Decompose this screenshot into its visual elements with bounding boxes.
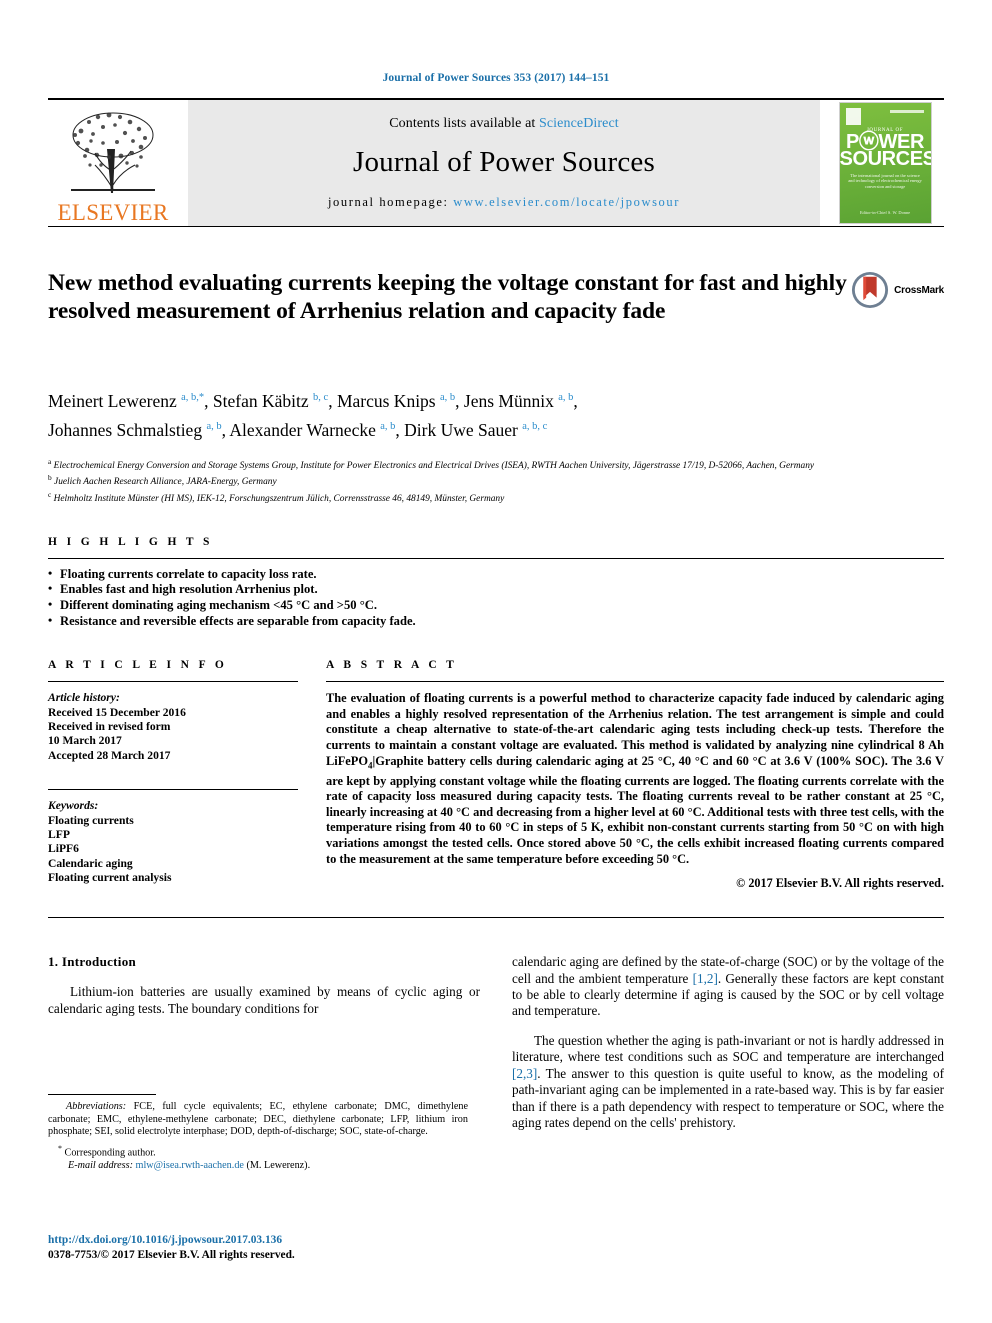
affiliation-c-text: Helmholtz Institute Münster (HI MS), IEK… bbox=[53, 494, 505, 505]
article-history-line: Received in revised form bbox=[48, 720, 171, 733]
doi-link[interactable]: http://dx.doi.org/10.1016/j.jpowsour.201… bbox=[48, 1233, 468, 1248]
keyword-item: Floating currents bbox=[48, 813, 134, 827]
highlights-section: H I G H L I G H T S Floating currents co… bbox=[48, 536, 944, 629]
cover-title: PⓦWER SOURCES bbox=[839, 132, 932, 170]
page-title: New method evaluating currents keeping t… bbox=[48, 270, 847, 324]
keyword-item: Floating current analysis bbox=[48, 871, 172, 885]
affiliation-c: c Helmholtz Institute Münster (HI MS), I… bbox=[48, 489, 944, 506]
article-page: Journal of Power Sources 353 (2017) 144–… bbox=[0, 0, 992, 1323]
issn-copyright-line: 0378-7753/© 2017 Elsevier B.V. All right… bbox=[48, 1249, 295, 1261]
cover-art: JOURNAL OF PⓦWER SOURCES The internation… bbox=[838, 102, 932, 224]
journal-title: Journal of Power Sources bbox=[353, 146, 655, 178]
corresponding-author-note: * Corresponding author. bbox=[48, 1142, 468, 1159]
elsevier-tree-icon bbox=[71, 112, 155, 193]
abstract-column: A B S T R A C T The evaluation of floati… bbox=[326, 659, 944, 891]
email-note: E-mail address: mlw@isea.rwth-aachen.de … bbox=[48, 1159, 468, 1172]
journal-masthead: ELSEVIER Contents lists available at Sci… bbox=[48, 98, 944, 226]
affiliation-c-label: c bbox=[48, 490, 52, 500]
affiliation-a-label: a bbox=[48, 456, 52, 466]
affiliation-b: b Juelich Aachen Research Alliance, JARA… bbox=[48, 472, 944, 489]
list-item: Enables fast and high resolution Arrheni… bbox=[48, 581, 944, 598]
cover-title-line2: SOURCES bbox=[839, 148, 932, 170]
footnotes-block: Abbreviations: FCE, full cycle equivalen… bbox=[48, 1094, 468, 1172]
article-history-label: Article history: bbox=[48, 691, 120, 705]
highlights-heading: H I G H L I G H T S bbox=[48, 535, 213, 548]
article-history-line: 10 March 2017 bbox=[48, 734, 122, 748]
crossmark-icon bbox=[852, 271, 889, 309]
keywords-rule bbox=[48, 789, 298, 791]
affiliation-a-text: Electrochemical Energy Conversion and St… bbox=[53, 460, 815, 471]
keyword-item: Calendaric aging bbox=[48, 856, 133, 870]
running-head: Journal of Power Sources 353 (2017) 144–… bbox=[382, 72, 610, 84]
author-list: Meinert Lewerenz a, b,*, Stefan Käbitz b… bbox=[48, 390, 578, 440]
abstract-heading: A B S T R A C T bbox=[326, 659, 458, 672]
abstract-bottom-rule bbox=[48, 917, 944, 919]
masthead-bottom-rule bbox=[48, 226, 944, 227]
affiliation-a: a Electrochemical Energy Conversion and … bbox=[48, 456, 944, 473]
list-item: Floating currents correlate to capacity … bbox=[48, 566, 944, 583]
contents-available-line: Contents lists available at ScienceDirec… bbox=[389, 116, 619, 132]
elsevier-wordmark: ELSEVIER bbox=[57, 200, 169, 225]
list-item: Resistance and reversible effects are se… bbox=[48, 613, 944, 630]
keyword-item: LFP bbox=[48, 828, 70, 842]
masthead-center: Contents lists available at ScienceDirec… bbox=[188, 100, 820, 226]
email-link[interactable]: mlw@isea.rwth-aachen.de bbox=[136, 1160, 244, 1171]
footnote-rule bbox=[48, 1094, 156, 1095]
cover-footer: Editor-in-Chief S. W. Donne bbox=[859, 209, 911, 215]
abstract-text: The evaluation of floating currents is a… bbox=[326, 691, 944, 866]
crossmark-badge[interactable]: CrossMark bbox=[851, 271, 944, 309]
sciencedirect-link[interactable]: ScienceDirect bbox=[539, 116, 619, 131]
keywords-block: Keywords: Floating currents LFP LiPF6 Ca… bbox=[48, 799, 298, 885]
info-abstract-row: A R T I C L E I N F O Article history: R… bbox=[48, 659, 944, 891]
article-info-rule bbox=[48, 681, 298, 683]
abbreviations-note: Abbreviations: FCE, full cycle equivalen… bbox=[48, 1101, 468, 1138]
journal-homepage-link[interactable]: www.elsevier.com/locate/jpowsour bbox=[453, 195, 680, 209]
keywords-label: Keywords: bbox=[48, 799, 99, 813]
elsevier-logo: ELSEVIER bbox=[48, 100, 178, 226]
contents-prefix: Contents lists available at bbox=[389, 116, 539, 131]
email-label: E-mail address: bbox=[68, 1160, 133, 1172]
journal-cover-thumbnail: JOURNAL OF PⓦWER SOURCES The internation… bbox=[826, 100, 944, 226]
cover-subtitle: The international journal on the science… bbox=[848, 173, 922, 189]
affiliations: a Electrochemical Energy Conversion and … bbox=[48, 456, 944, 506]
intro-paragraph-right-1: calendaric aging are defined by the stat… bbox=[512, 954, 944, 1019]
article-history-line: Accepted 28 March 2017 bbox=[48, 748, 171, 762]
homepage-prefix: journal homepage: bbox=[327, 195, 454, 209]
doi-block: http://dx.doi.org/10.1016/j.jpowsour.201… bbox=[48, 1233, 468, 1263]
affiliation-b-label: b bbox=[48, 473, 52, 483]
article-info-heading: A R T I C L E I N F O bbox=[48, 659, 228, 672]
affiliation-b-text: Juelich Aachen Research Alliance, JARA-E… bbox=[54, 477, 277, 488]
keyword-item: LiPF6 bbox=[48, 842, 79, 856]
article-info-column: A R T I C L E I N F O Article history: R… bbox=[48, 659, 298, 891]
email-suffix: (M. Lewerenz). bbox=[246, 1160, 311, 1172]
cover-publisher-mark bbox=[845, 108, 861, 125]
section-heading-introduction: 1. Introduction bbox=[48, 954, 137, 970]
intro-paragraph-right-2: The question whether the aging is path-i… bbox=[512, 1033, 944, 1131]
body-column-right: calendaric aging are defined by the stat… bbox=[512, 954, 944, 1144]
article-history-line: Received 15 December 2016 bbox=[48, 705, 186, 719]
article-history: Article history: Received 15 December 20… bbox=[48, 691, 298, 763]
corresponding-author-text: Corresponding author. bbox=[64, 1147, 156, 1159]
intro-paragraph-left: Lithium-ion batteries are usually examin… bbox=[48, 984, 480, 1016]
highlights-rule bbox=[48, 557, 944, 559]
highlights-list: Floating currents correlate to capacity … bbox=[48, 566, 944, 630]
list-item: Different dominating aging mechanism <45… bbox=[48, 597, 944, 614]
asterisk-icon: * bbox=[58, 1143, 62, 1153]
crossmark-label: CrossMark bbox=[894, 284, 944, 296]
abstract-copyright: © 2017 Elsevier B.V. All rights reserved… bbox=[736, 876, 944, 891]
title-block: New method evaluating currents keeping t… bbox=[48, 269, 944, 361]
cover-topline bbox=[889, 110, 924, 113]
abstract-rule bbox=[326, 681, 944, 683]
journal-homepage-line: journal homepage: www.elsevier.com/locat… bbox=[328, 195, 680, 210]
